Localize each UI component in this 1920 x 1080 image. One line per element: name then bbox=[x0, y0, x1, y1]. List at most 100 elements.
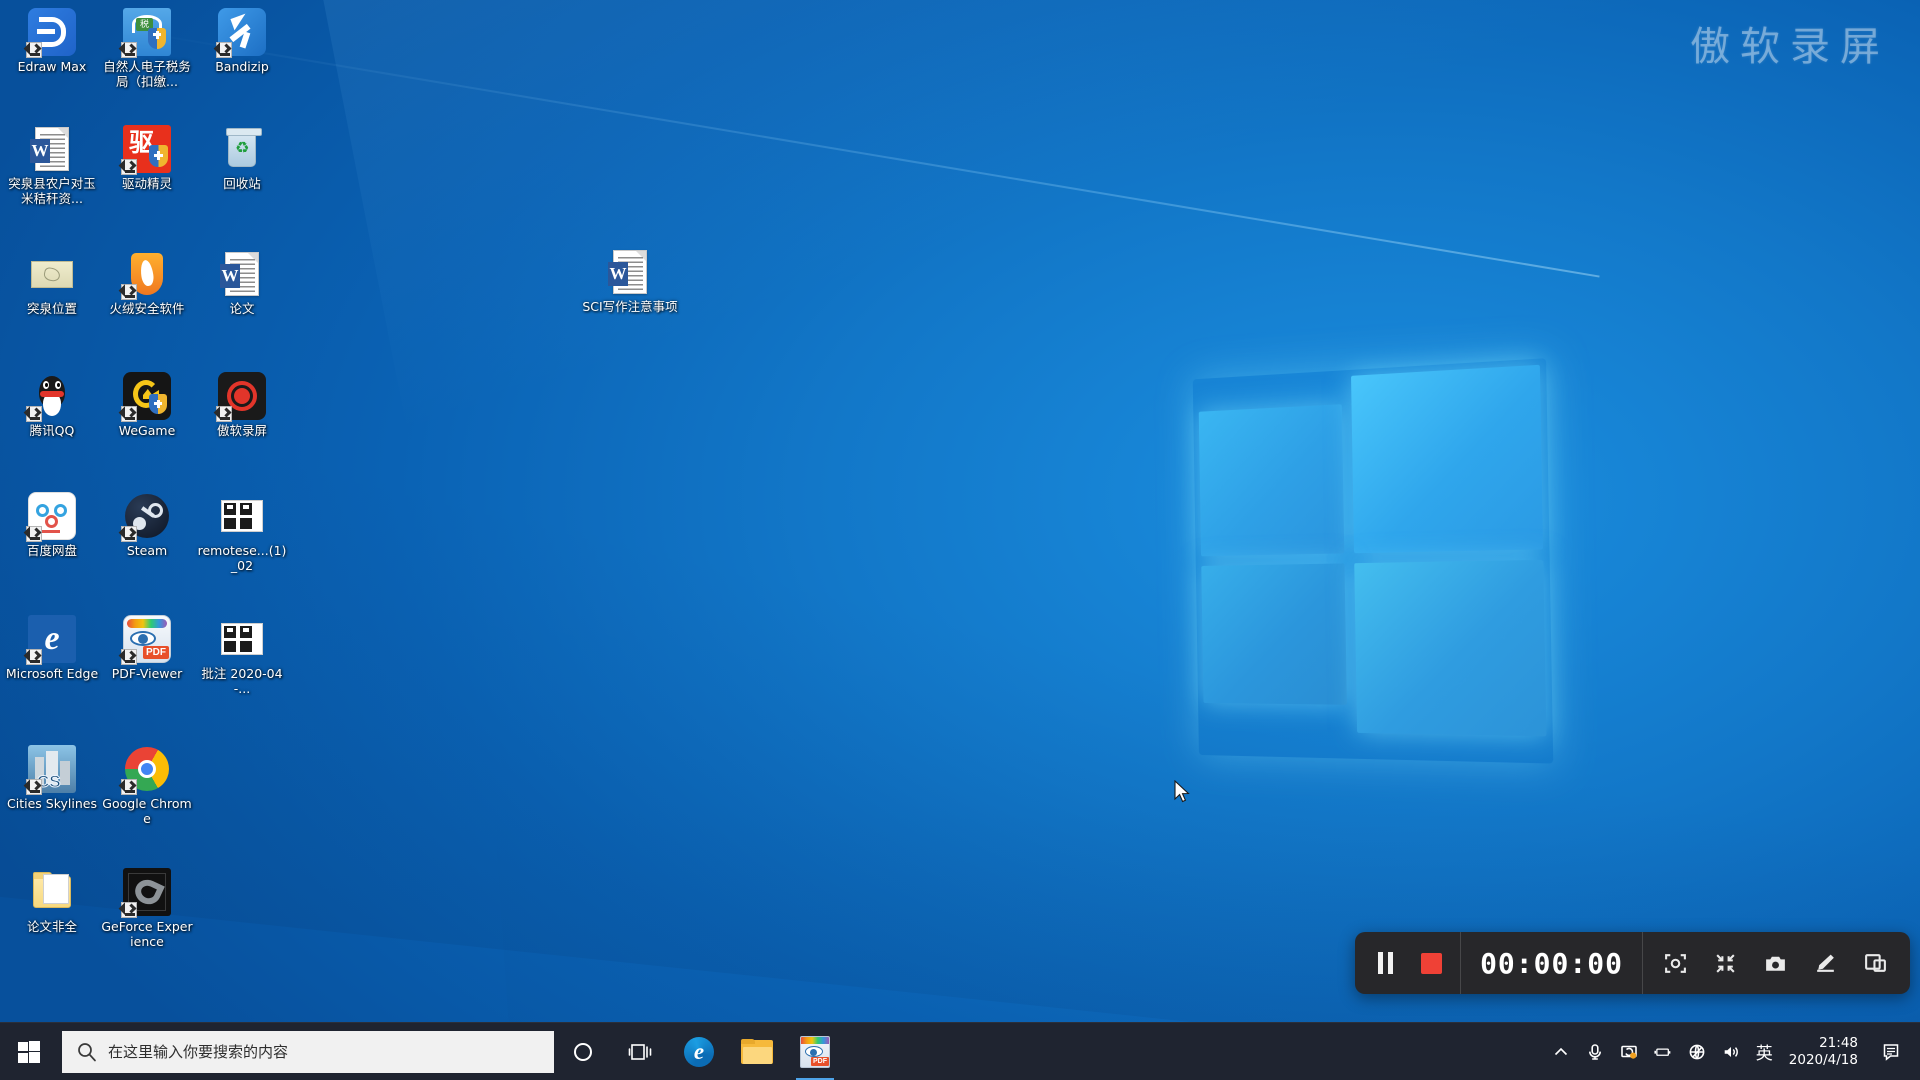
desktop-icon-label: 批注 2020-04-... bbox=[201, 666, 283, 696]
cities-icon: CS bbox=[26, 745, 76, 795]
pause-icon bbox=[1377, 952, 1395, 974]
display-share-button[interactable] bbox=[1612, 1023, 1646, 1080]
region-capture-button[interactable] bbox=[1663, 951, 1688, 976]
desktop-icon-2[interactable]: Bandizip bbox=[195, 8, 289, 75]
ime-indicator[interactable]: 英 bbox=[1748, 1023, 1781, 1080]
wallpaper-light-sweep bbox=[300, 0, 1920, 764]
desktop-icon-6[interactable]: 突泉位置 bbox=[5, 250, 99, 317]
desktop-icon-label: Steam bbox=[126, 543, 168, 558]
edraw-icon bbox=[26, 8, 76, 58]
baidu-icon bbox=[26, 492, 76, 542]
volume-button[interactable] bbox=[1714, 1023, 1748, 1080]
clock-date: 2020/4/18 bbox=[1788, 1051, 1858, 1068]
desktop-icon-1[interactable]: 税自然人电子税务局（扣缴... bbox=[100, 8, 194, 89]
desktop-icon-label: Edraw Max bbox=[17, 59, 87, 74]
desktop-icon-3[interactable]: W 突泉县农户对玉米秸秆资... bbox=[5, 125, 99, 206]
pdf-viewer-icon: PDF bbox=[800, 1035, 830, 1068]
battery-button[interactable] bbox=[1646, 1023, 1680, 1080]
float-window-button[interactable] bbox=[1863, 951, 1888, 976]
desktop-icon-0[interactable]: Edraw Max bbox=[5, 8, 99, 75]
ime-label: 英 bbox=[1755, 1044, 1773, 1064]
show-hidden-icons-button[interactable] bbox=[1544, 1023, 1578, 1080]
search-input[interactable]: 在这里输入你要搜索的内容 bbox=[62, 1030, 554, 1073]
desktop-icon-5[interactable]: ♻ 回收站 bbox=[195, 125, 289, 192]
shortcut-overlay-icon bbox=[26, 406, 42, 422]
desktop-icon-13[interactable]: Steam bbox=[100, 492, 194, 559]
desktop-icon-4[interactable]: 驱驱动精灵 bbox=[100, 125, 194, 192]
clock[interactable]: 21:48 2020/4/18 bbox=[1781, 1023, 1870, 1080]
stop-recording-button[interactable] bbox=[1421, 952, 1442, 974]
microphone-icon bbox=[1588, 1043, 1601, 1060]
desktop-icon-11[interactable]: 傲软录屏 bbox=[195, 372, 289, 439]
desktop-icon-label: 突泉位置 bbox=[26, 301, 77, 316]
recorder-watermark: 傲软录屏 bbox=[1690, 24, 1890, 70]
region-capture-icon bbox=[1665, 953, 1686, 973]
desktop-icon-label: 傲软录屏 bbox=[216, 423, 267, 438]
network-offline-icon bbox=[1689, 1044, 1705, 1059]
huorong-icon bbox=[121, 250, 171, 300]
driver-icon: 驱 bbox=[121, 125, 171, 175]
desktop-icon-15[interactable]: e Microsoft Edge bbox=[5, 615, 99, 682]
microphone-button[interactable] bbox=[1578, 1023, 1612, 1080]
shortcut-overlay-icon bbox=[26, 649, 42, 665]
desktop-icon-18[interactable]: CS Cities Skylines bbox=[5, 745, 99, 812]
desktop-icon-sci-notes[interactable]: W SCI写作注意事项 bbox=[570, 248, 690, 315]
recorder-toolbar[interactable]: 00:00:00 bbox=[1355, 932, 1910, 994]
edge-taskbar-button[interactable]: e bbox=[670, 1023, 728, 1080]
steam-icon bbox=[121, 492, 171, 542]
desktop-icon-10[interactable]: WeGame bbox=[100, 372, 194, 439]
start-button[interactable] bbox=[0, 1023, 58, 1080]
shortcut-overlay-icon bbox=[26, 779, 42, 795]
float-window-icon bbox=[1865, 953, 1886, 972]
desktop-icon-9[interactable]: 腾讯QQ bbox=[5, 372, 99, 439]
shortcut-overlay-icon bbox=[121, 42, 137, 58]
action-center-icon bbox=[1883, 1043, 1899, 1061]
cortana-button[interactable] bbox=[554, 1023, 612, 1080]
desktop-icon-17[interactable]: 批注 2020-04-... bbox=[195, 615, 289, 696]
archive-icon bbox=[218, 492, 266, 540]
recycle-icon: ♻ bbox=[218, 125, 266, 173]
edge-icon: e bbox=[684, 1036, 714, 1067]
edge-icon: e bbox=[26, 615, 76, 665]
pdfviewer-taskbar-button[interactable]: PDF bbox=[786, 1023, 844, 1080]
bandizip-icon bbox=[216, 8, 266, 58]
pdfviewer-icon: PDF bbox=[121, 615, 171, 665]
screenshot-icon bbox=[1766, 956, 1785, 971]
desktop-icon-21[interactable]: GeForce Experience bbox=[100, 868, 194, 949]
battery-icon bbox=[1654, 1047, 1671, 1056]
crop-resize-icon bbox=[1716, 953, 1735, 973]
explorer-taskbar-button[interactable] bbox=[728, 1023, 786, 1080]
tax-icon: 税 bbox=[121, 8, 171, 58]
desktop-icon-20[interactable]: 论文非全 bbox=[5, 868, 99, 935]
desktop-icon-14[interactable]: remotese...(1)_02 bbox=[195, 492, 289, 573]
word-icon: W bbox=[606, 248, 654, 296]
volume-icon bbox=[1724, 1046, 1738, 1057]
shortcut-overlay-icon bbox=[121, 284, 137, 300]
desktop-icon-16[interactable]: PDF PDF-Viewer bbox=[100, 615, 194, 682]
desktop-icon-19[interactable]: Google Chrome bbox=[100, 745, 194, 826]
task-view-button[interactable] bbox=[612, 1023, 670, 1080]
taskbar: 在这里输入你要搜索的内容 e PDF 英 21:48 2020/4/18 bbox=[0, 1022, 1920, 1080]
network-offline-button[interactable] bbox=[1680, 1023, 1714, 1080]
desktop-icon-7[interactable]: 火绒安全软件 bbox=[100, 250, 194, 317]
search-placeholder-text: 在这里输入你要搜索的内容 bbox=[108, 1043, 289, 1061]
pause-recording-button[interactable] bbox=[1377, 952, 1395, 974]
desktop-icon-label: 百度网盘 bbox=[26, 543, 77, 558]
draw-pen-button[interactable] bbox=[1813, 951, 1838, 976]
shortcut-overlay-icon bbox=[121, 649, 137, 665]
shortcut-overlay-icon bbox=[121, 902, 137, 918]
folder-icon bbox=[28, 868, 76, 916]
display-share-icon bbox=[1620, 1045, 1637, 1059]
desktop-icon-12[interactable]: 百度网盘 bbox=[5, 492, 99, 559]
desktop-icon-8[interactable]: W 论文 bbox=[195, 250, 289, 317]
desktop[interactable]: 傲软录屏 Edraw Max 税自然人电子税务局（扣缴... Bandizip W 突泉… bbox=[0, 0, 1920, 1080]
shortcut-overlay-icon bbox=[26, 42, 42, 58]
desktop-icon-label: 火绒安全软件 bbox=[109, 301, 185, 316]
action-center-button[interactable] bbox=[1870, 1023, 1914, 1080]
wegame-icon bbox=[121, 372, 171, 422]
system-tray: 英 21:48 2020/4/18 bbox=[1544, 1023, 1920, 1080]
screenshot-button[interactable] bbox=[1763, 951, 1788, 976]
shortcut-overlay-icon bbox=[216, 42, 232, 58]
desktop-icon-label: PDF-Viewer bbox=[111, 666, 183, 681]
crop-resize-button[interactable] bbox=[1713, 951, 1738, 976]
